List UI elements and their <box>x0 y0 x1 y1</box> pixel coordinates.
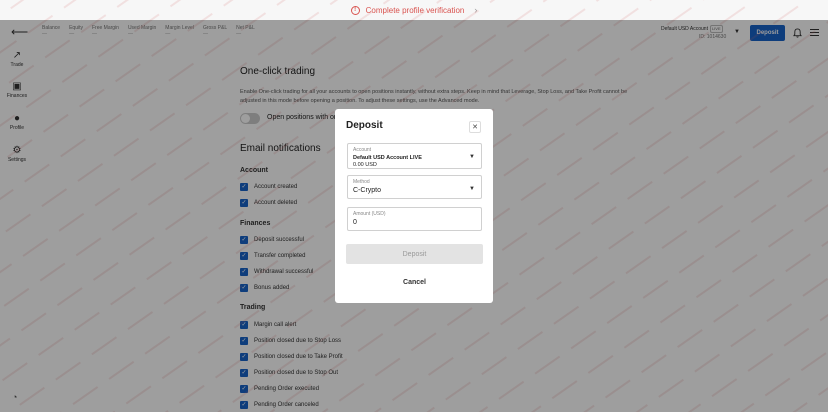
cancel-button[interactable]: Cancel <box>346 272 483 292</box>
modal-title: Deposit <box>346 120 383 131</box>
close-icon[interactable]: ✕ <box>469 121 481 133</box>
method-select[interactable]: Method C-Crypto ▼ <box>347 175 482 199</box>
verification-banner[interactable]: ! Complete profile verification › <box>0 0 828 20</box>
chevron-right-icon: › <box>474 5 478 15</box>
deposit-modal: Deposit ✕ Account Default USD Account LI… <box>335 109 493 303</box>
caret-down-icon: ▼ <box>469 154 475 160</box>
account-select[interactable]: Account Default USD Account LIVE 0.00 US… <box>347 143 482 169</box>
caret-down-icon: ▼ <box>469 186 475 192</box>
banner-text[interactable]: Complete profile verification <box>366 6 465 15</box>
deposit-submit-button[interactable]: Deposit <box>346 244 483 264</box>
amount-input[interactable]: Amount (USD) 0 <box>347 207 482 231</box>
warning-icon: ! <box>350 5 360 15</box>
